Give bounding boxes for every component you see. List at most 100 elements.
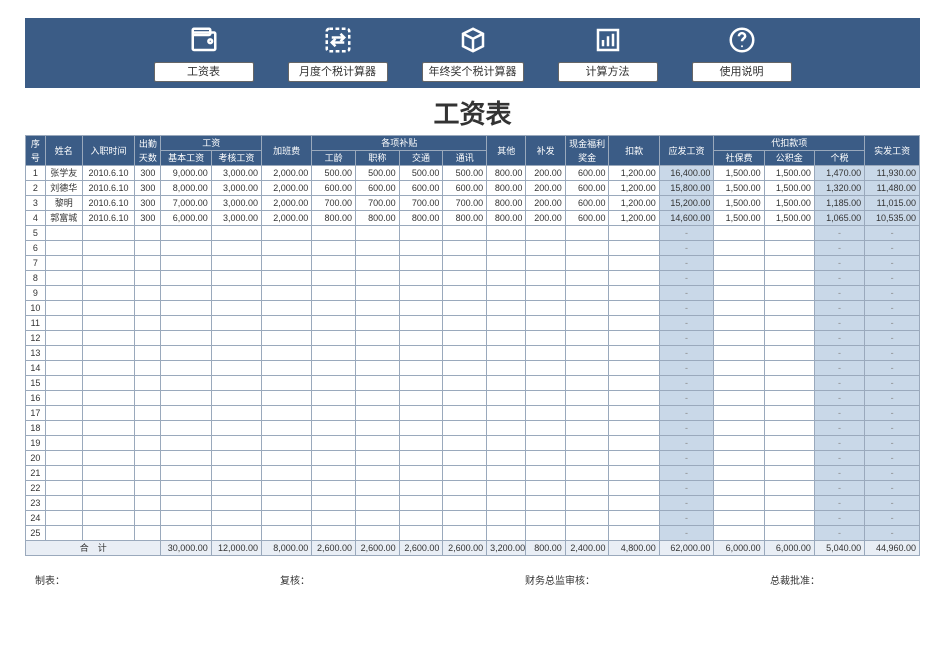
cell: - bbox=[659, 481, 714, 496]
cell: - bbox=[659, 406, 714, 421]
cell bbox=[399, 391, 443, 406]
cell: 1,500.00 bbox=[714, 181, 764, 196]
cell bbox=[443, 241, 487, 256]
cell: 黎明 bbox=[45, 196, 82, 211]
cell bbox=[526, 361, 565, 376]
cell bbox=[526, 391, 565, 406]
cell bbox=[135, 451, 161, 466]
cell: 9 bbox=[26, 286, 46, 301]
cell bbox=[82, 271, 134, 286]
cell bbox=[161, 271, 211, 286]
cell bbox=[399, 421, 443, 436]
cell: 6,000.00 bbox=[714, 541, 764, 556]
nav-btn-salary[interactable]: 工资表 bbox=[154, 62, 254, 82]
cell bbox=[135, 406, 161, 421]
cell: 2,000.00 bbox=[262, 181, 312, 196]
cell bbox=[714, 466, 764, 481]
cell: - bbox=[865, 391, 920, 406]
cell bbox=[443, 256, 487, 271]
sig-cfo: 财务总监审核： bbox=[525, 572, 665, 587]
cell bbox=[161, 526, 211, 541]
table-row: 1张学友2010.6.103009,000.003,000.002,000.00… bbox=[26, 166, 920, 181]
table-row: 20--- bbox=[26, 451, 920, 466]
cell: - bbox=[659, 451, 714, 466]
table-row: 7--- bbox=[26, 256, 920, 271]
cell bbox=[487, 406, 526, 421]
cell: - bbox=[659, 331, 714, 346]
cell: 800.00 bbox=[487, 181, 526, 196]
transfer-icon bbox=[321, 23, 355, 57]
cell: 4,800.00 bbox=[609, 541, 659, 556]
cell: 1,500.00 bbox=[714, 211, 764, 226]
cell bbox=[45, 226, 82, 241]
grid-icon bbox=[591, 23, 625, 57]
cell bbox=[565, 466, 609, 481]
cell bbox=[609, 226, 659, 241]
cell: 11,015.00 bbox=[865, 196, 920, 211]
cell bbox=[487, 256, 526, 271]
cell: 300 bbox=[135, 211, 161, 226]
cell bbox=[161, 361, 211, 376]
cell bbox=[211, 481, 261, 496]
cell bbox=[714, 496, 764, 511]
cell bbox=[487, 361, 526, 376]
cell: - bbox=[865, 226, 920, 241]
cell bbox=[161, 376, 211, 391]
cell bbox=[312, 451, 356, 466]
cell bbox=[714, 256, 764, 271]
cell bbox=[82, 316, 134, 331]
cell bbox=[526, 346, 565, 361]
cell bbox=[45, 361, 82, 376]
cell bbox=[355, 391, 399, 406]
cell bbox=[565, 481, 609, 496]
cell bbox=[714, 286, 764, 301]
cell bbox=[135, 391, 161, 406]
cell bbox=[443, 301, 487, 316]
cell bbox=[135, 421, 161, 436]
cell: 30,000.00 bbox=[161, 541, 211, 556]
cell bbox=[262, 526, 312, 541]
cell bbox=[82, 496, 134, 511]
cell bbox=[161, 391, 211, 406]
cell: 1,500.00 bbox=[714, 166, 764, 181]
cell bbox=[526, 226, 565, 241]
cell: - bbox=[814, 526, 864, 541]
cell bbox=[609, 301, 659, 316]
cell bbox=[714, 346, 764, 361]
cell: - bbox=[865, 331, 920, 346]
cell bbox=[45, 346, 82, 361]
cell bbox=[82, 241, 134, 256]
cell bbox=[135, 496, 161, 511]
cell: 3,000.00 bbox=[211, 196, 261, 211]
cell: 600.00 bbox=[399, 181, 443, 196]
cell bbox=[262, 256, 312, 271]
cell bbox=[135, 376, 161, 391]
cell: 12,000.00 bbox=[211, 541, 261, 556]
cell bbox=[82, 451, 134, 466]
nav-btn-bonus-tax[interactable]: 年终奖个税计算器 bbox=[422, 62, 524, 82]
nav-btn-help[interactable]: 使用说明 bbox=[692, 62, 792, 82]
cell bbox=[211, 421, 261, 436]
cell bbox=[135, 226, 161, 241]
cell bbox=[526, 256, 565, 271]
cell: 7,000.00 bbox=[161, 196, 211, 211]
hdr-withhold: 代扣款项 bbox=[714, 136, 865, 151]
cell bbox=[312, 271, 356, 286]
cell bbox=[609, 316, 659, 331]
cell bbox=[609, 406, 659, 421]
cell bbox=[565, 436, 609, 451]
cell bbox=[45, 481, 82, 496]
cell bbox=[609, 526, 659, 541]
cell bbox=[399, 496, 443, 511]
nav-btn-method[interactable]: 计算方法 bbox=[558, 62, 658, 82]
cell: - bbox=[865, 421, 920, 436]
cell: 2010.6.10 bbox=[82, 166, 134, 181]
cell bbox=[262, 451, 312, 466]
hdr-base: 基本工资 bbox=[161, 151, 211, 166]
cell bbox=[211, 301, 261, 316]
hdr-join: 入职时间 bbox=[82, 136, 134, 166]
nav-btn-monthly-tax[interactable]: 月度个税计算器 bbox=[288, 62, 388, 82]
hdr-comm: 通讯 bbox=[443, 151, 487, 166]
cell bbox=[82, 421, 134, 436]
cell bbox=[312, 361, 356, 376]
